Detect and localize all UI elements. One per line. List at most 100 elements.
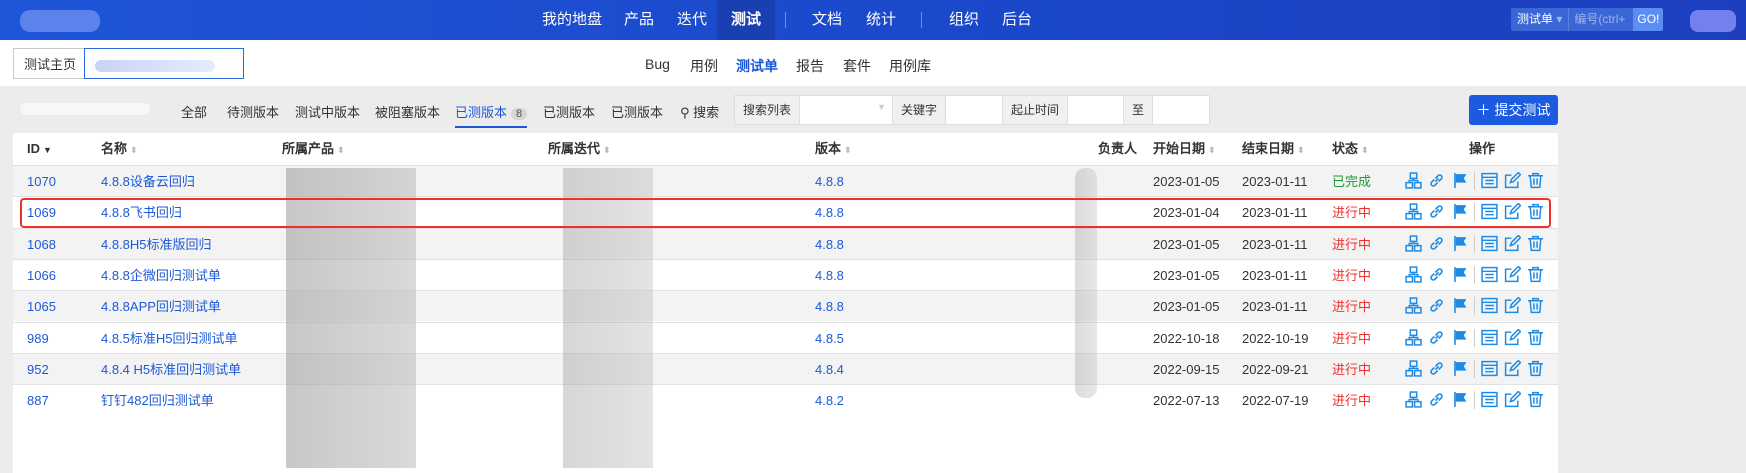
edit-icon[interactable] — [1504, 390, 1522, 411]
trash-icon[interactable] — [1527, 266, 1544, 286]
cell-version[interactable]: 4.8.8 — [815, 229, 844, 260]
trash-icon[interactable] — [1527, 329, 1544, 349]
cell-id[interactable]: 989 — [27, 323, 49, 354]
subnav-testtask[interactable]: 测试单 — [736, 56, 778, 76]
cell-name[interactable]: 4.8.8H5标准版回归 — [101, 229, 212, 260]
tree-icon[interactable] — [1405, 266, 1422, 286]
edit-icon[interactable] — [1504, 265, 1522, 286]
col-start[interactable]: 开始日期 ⬍ — [1153, 133, 1216, 165]
subnav-case[interactable]: 用例 — [690, 56, 718, 76]
nav-my[interactable]: 我的地盘 — [530, 0, 614, 40]
table-row[interactable]: 952 4.8.4 H5标准回归测试单 4.8.4 2022-09-15 2022-09… — [13, 352, 1558, 385]
cell-id[interactable]: 887 — [27, 385, 49, 416]
quick-search-type[interactable]: 测试单 ▾ — [1511, 8, 1570, 31]
submit-test-button[interactable]: ＋ 提交测试 — [1469, 95, 1558, 125]
col-status[interactable]: 状态 ⬍ — [1332, 133, 1369, 165]
table-row[interactable]: 1068 4.8.8H5标准版回归 4.8.8 2023-01-05 2023-01-1… — [13, 227, 1558, 260]
tree-icon[interactable] — [1405, 328, 1422, 349]
list-icon[interactable] — [1481, 360, 1498, 380]
end-date-input[interactable] — [1153, 96, 1210, 124]
table-row[interactable]: 1065 4.8.8APP回归测试单 4.8.8 2023-01-05 2023-01-… — [13, 290, 1558, 322]
list-icon[interactable] — [1481, 329, 1498, 349]
cell-version[interactable]: 4.8.5 — [815, 323, 844, 354]
list-icon[interactable] — [1481, 266, 1498, 286]
start-date-input[interactable] — [1068, 96, 1125, 124]
nav-iteration[interactable]: 迭代 — [665, 0, 719, 40]
cell-name[interactable]: 4.8.8设备云回归 — [101, 166, 195, 197]
quick-search-input[interactable]: 编号(ctrl+ — [1569, 8, 1634, 31]
cell-name[interactable]: 4.8.4 H5标准回归测试单 — [101, 354, 241, 385]
search-list-input[interactable]: ▼ — [800, 96, 894, 124]
breadcrumb-home[interactable]: 测试主页 — [13, 48, 88, 79]
tree-icon[interactable] — [1405, 360, 1422, 380]
tree-icon[interactable] — [1405, 297, 1422, 317]
trash-icon[interactable] — [1527, 172, 1544, 192]
nav-stats[interactable]: 统计 — [854, 0, 908, 40]
cell-id[interactable]: 1065 — [27, 291, 56, 322]
tab-done-3[interactable]: 已测版本 — [611, 102, 663, 121]
edit-icon[interactable] — [1504, 171, 1522, 192]
redacted-selector[interactable] — [20, 103, 150, 115]
cell-id[interactable]: 1066 — [27, 260, 56, 291]
tab-wait[interactable]: 待测版本 — [227, 102, 279, 121]
col-product[interactable]: 所属产品 ⬍ — [282, 133, 345, 165]
link-icon[interactable] — [1428, 391, 1445, 411]
trash-icon[interactable] — [1527, 391, 1544, 411]
search-toggle[interactable]: ⚲ 搜索 — [680, 102, 719, 121]
col-iteration[interactable]: 所属迭代 ⬍ — [548, 133, 611, 165]
nav-product[interactable]: 产品 — [612, 0, 666, 40]
link-icon[interactable] — [1428, 235, 1445, 255]
cell-version[interactable]: 4.8.4 — [815, 354, 844, 385]
flag-icon[interactable] — [1451, 235, 1468, 255]
tab-all[interactable]: 全部 — [181, 102, 207, 121]
table-row[interactable]: 989 4.8.5标准H5回归测试单 4.8.5 2022-10-18 2022-10-… — [13, 321, 1558, 354]
tab-doing[interactable]: 测试中版本 — [295, 102, 360, 121]
link-icon[interactable] — [1428, 297, 1445, 317]
cell-version[interactable]: 4.8.8 — [815, 166, 844, 197]
tree-icon[interactable] — [1405, 172, 1422, 192]
subnav-bug[interactable]: Bug — [645, 56, 670, 72]
tab-done[interactable]: 已测版本 8 — [455, 102, 528, 128]
subnav-suite[interactable]: 套件 — [843, 56, 871, 76]
col-end[interactable]: 结束日期 ⬍ — [1242, 133, 1305, 165]
cell-id[interactable]: 1068 — [27, 229, 56, 260]
cell-name[interactable]: 4.8.5标准H5回归测试单 — [101, 323, 238, 354]
cell-version[interactable]: 4.8.8 — [815, 260, 844, 291]
nav-test[interactable]: 测试 — [717, 0, 776, 40]
cell-version[interactable]: 4.8.8 — [815, 291, 844, 322]
trash-icon[interactable] — [1527, 360, 1544, 380]
tab-blocked[interactable]: 被阻塞版本 — [375, 102, 440, 121]
list-icon[interactable] — [1481, 391, 1498, 411]
table-row[interactable]: 1070 4.8.8设备云回归 4.8.8 2023-01-05 2023-01-11 已… — [13, 165, 1558, 196]
flag-icon[interactable] — [1451, 297, 1468, 317]
edit-icon[interactable] — [1504, 234, 1522, 255]
link-icon[interactable] — [1428, 360, 1445, 380]
cell-name[interactable]: 钉钉482回归测试单 — [101, 385, 214, 416]
edit-icon[interactable] — [1504, 359, 1522, 380]
col-name[interactable]: 名称 ⬍ — [101, 133, 138, 165]
link-icon[interactable] — [1428, 172, 1445, 192]
tree-icon[interactable] — [1405, 391, 1422, 411]
flag-icon[interactable] — [1451, 172, 1468, 192]
list-icon[interactable] — [1481, 235, 1498, 255]
table-row[interactable]: 887 钉钉482回归测试单 4.8.2 2022-07-13 2022-07-19 进行… — [13, 384, 1558, 415]
trash-icon[interactable] — [1527, 297, 1544, 317]
nav-doc[interactable]: 文档 — [800, 0, 854, 40]
link-icon[interactable] — [1428, 329, 1445, 349]
flag-icon[interactable] — [1451, 391, 1468, 411]
col-version[interactable]: 版本 ⬍ — [815, 133, 852, 165]
list-icon[interactable] — [1481, 172, 1498, 192]
nav-admin[interactable]: 后台 — [990, 0, 1044, 40]
subnav-caselib[interactable]: 用例库 — [889, 56, 931, 76]
tree-icon[interactable] — [1405, 234, 1422, 255]
flag-icon[interactable] — [1451, 266, 1468, 286]
cell-version[interactable]: 4.8.2 — [815, 385, 844, 416]
keyword-input[interactable] — [946, 96, 1004, 124]
edit-icon[interactable] — [1504, 327, 1522, 349]
table-row[interactable]: 1066 4.8.8企微回归测试单 4.8.8 2023-01-05 2023-01-1… — [13, 258, 1558, 291]
col-id[interactable]: ID ▼ — [27, 133, 52, 165]
flag-icon[interactable] — [1451, 360, 1468, 380]
col-owner[interactable]: 负责人 — [1098, 133, 1137, 165]
subnav-report[interactable]: 报告 — [796, 56, 824, 76]
cell-name[interactable]: 4.8.8企微回归测试单 — [101, 260, 221, 291]
